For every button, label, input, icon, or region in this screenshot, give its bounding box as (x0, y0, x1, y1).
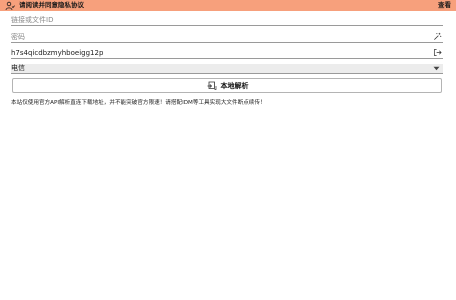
token-input[interactable] (11, 47, 421, 58)
login-icon[interactable] (432, 47, 442, 58)
page: 请阅读并同意隐私协议 查看 电信 (0, 0, 456, 300)
provider-select[interactable]: 电信 (11, 64, 443, 74)
agreement-person-icon (4, 0, 15, 11)
password-input[interactable] (11, 31, 421, 42)
magic-wand-icon[interactable] (432, 31, 442, 42)
provider-selected-value: 电信 (11, 64, 25, 72)
privacy-banner: 请阅读并同意隐私协议 查看 (0, 0, 456, 11)
token-field (11, 47, 443, 59)
chevron-down-icon (432, 64, 440, 73)
local-parse-button[interactable]: 本地解析 (12, 78, 442, 93)
local-parse-icon (206, 80, 217, 91)
link-field (11, 14, 443, 26)
password-field (11, 31, 443, 43)
privacy-banner-text: 请阅读并同意隐私协议 (19, 1, 84, 9)
view-privacy-link[interactable]: 查看 (438, 0, 451, 11)
link-input[interactable] (11, 14, 421, 25)
local-parse-label: 本地解析 (220, 81, 249, 90)
notice-text: 本站仅使用官方API解析直连下载地址，并不能突破官方限速！请搭配IDM等工具实现… (11, 100, 266, 106)
